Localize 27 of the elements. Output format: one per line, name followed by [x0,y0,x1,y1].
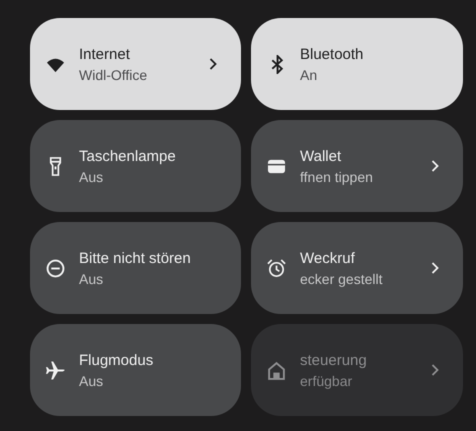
tile-status: erfügbar [300,372,354,388]
tile-status: Aus [79,372,104,388]
tile-title: steuerung [300,352,368,368]
do-not-disturb-icon [46,258,65,278]
tile-title: Wallet [300,148,342,164]
alarm-clock-icon [267,258,286,278]
tile-status: ffnen tippen [300,168,374,184]
quick-settings-tile[interactable]: Bluetooth An [251,18,463,110]
tile-title: Weckruf [300,250,356,266]
tile-title: Flugmodus [79,352,154,368]
tile-title: Bluetooth [300,46,364,62]
quick-settings-tile[interactable]: Weckruf ecker gestellt [251,222,463,314]
tile-status: Aus [79,168,104,184]
tile-title: Bitte nicht stören [79,250,192,266]
home-icon [267,360,286,380]
quick-settings-tile[interactable]: Flugmodus Aus [30,324,241,416]
quick-settings-tile[interactable]: Wallet ffnen tippen [251,120,463,212]
quick-settings-tile[interactable]: Internet Widl-Office [30,18,241,110]
tile-status: Aus [79,270,104,286]
quick-settings-tile[interactable]: Taschenlampe Aus [30,120,241,212]
tile-status: An [300,66,318,82]
tile-title: Internet [79,46,131,62]
tile-title: Taschenlampe [79,148,177,164]
tile-status: Widl-Office [79,66,148,82]
quick-settings-tile[interactable]: Bitte nicht stören Aus [30,222,241,314]
tile-status: ecker gestellt [300,270,384,286]
airplane-icon [46,360,65,380]
